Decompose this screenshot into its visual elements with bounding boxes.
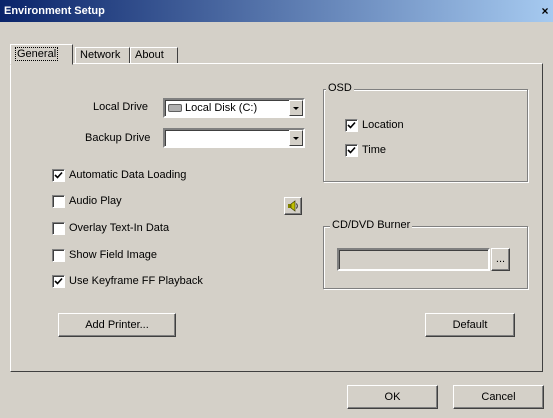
close-icon[interactable]: × bbox=[539, 0, 551, 22]
ok-button[interactable]: OK bbox=[347, 385, 438, 409]
window-title: Environment Setup bbox=[4, 5, 105, 17]
tab-about-label: About bbox=[135, 49, 164, 61]
cancel-button[interactable]: Cancel bbox=[453, 385, 544, 409]
tab-general-label: General bbox=[15, 47, 59, 61]
general-tab-panel bbox=[10, 63, 543, 372]
tab-about[interactable]: About bbox=[130, 47, 178, 64]
environment-setup-window: Environment Setup × General Network Abou… bbox=[0, 0, 553, 418]
tab-general[interactable]: General bbox=[10, 44, 73, 65]
title-bar: Environment Setup × bbox=[0, 0, 553, 22]
tab-network[interactable]: Network bbox=[75, 47, 130, 64]
tab-network-label: Network bbox=[80, 49, 121, 61]
